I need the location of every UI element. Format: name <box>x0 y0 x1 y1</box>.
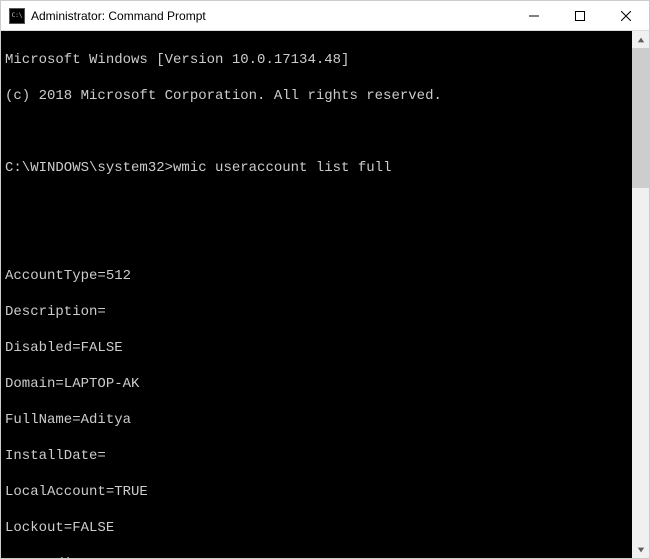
window-title: Administrator: Command Prompt <box>31 9 511 23</box>
scroll-up-button[interactable] <box>632 31 649 48</box>
command-text: wmic useraccount list full <box>173 160 391 176</box>
close-button[interactable] <box>603 1 649 30</box>
output-line: Name=Aditya <box>5 555 628 558</box>
terminal-output[interactable]: Microsoft Windows [Version 10.0.17134.48… <box>1 31 632 558</box>
blank-line <box>5 231 628 249</box>
output-line: FullName=Aditya <box>5 411 628 429</box>
blank-line <box>5 123 628 141</box>
output-line: Description= <box>5 303 628 321</box>
output-line: Microsoft Windows [Version 10.0.17134.48… <box>5 51 628 69</box>
prompt-line: C:\WINDOWS\system32>wmic useraccount lis… <box>5 159 628 177</box>
minimize-button[interactable] <box>511 1 557 30</box>
output-line: Lockout=FALSE <box>5 519 628 537</box>
scrollbar-track[interactable] <box>632 48 649 541</box>
output-line: LocalAccount=TRUE <box>5 483 628 501</box>
scrollbar-thumb[interactable] <box>632 48 649 188</box>
output-line: (c) 2018 Microsoft Corporation. All righ… <box>5 87 628 105</box>
blank-line <box>5 195 628 213</box>
scroll-down-button[interactable] <box>632 541 649 558</box>
window-titlebar[interactable]: Administrator: Command Prompt <box>1 1 649 31</box>
cmd-icon <box>9 8 25 24</box>
client-area: Microsoft Windows [Version 10.0.17134.48… <box>1 31 649 558</box>
output-line: Disabled=FALSE <box>5 339 628 357</box>
output-line: Domain=LAPTOP-AK <box>5 375 628 393</box>
vertical-scrollbar[interactable] <box>632 31 649 558</box>
output-line: InstallDate= <box>5 447 628 465</box>
output-line: AccountType=512 <box>5 267 628 285</box>
window-controls <box>511 1 649 30</box>
maximize-button[interactable] <box>557 1 603 30</box>
prompt-path: C:\WINDOWS\system32> <box>5 160 173 176</box>
